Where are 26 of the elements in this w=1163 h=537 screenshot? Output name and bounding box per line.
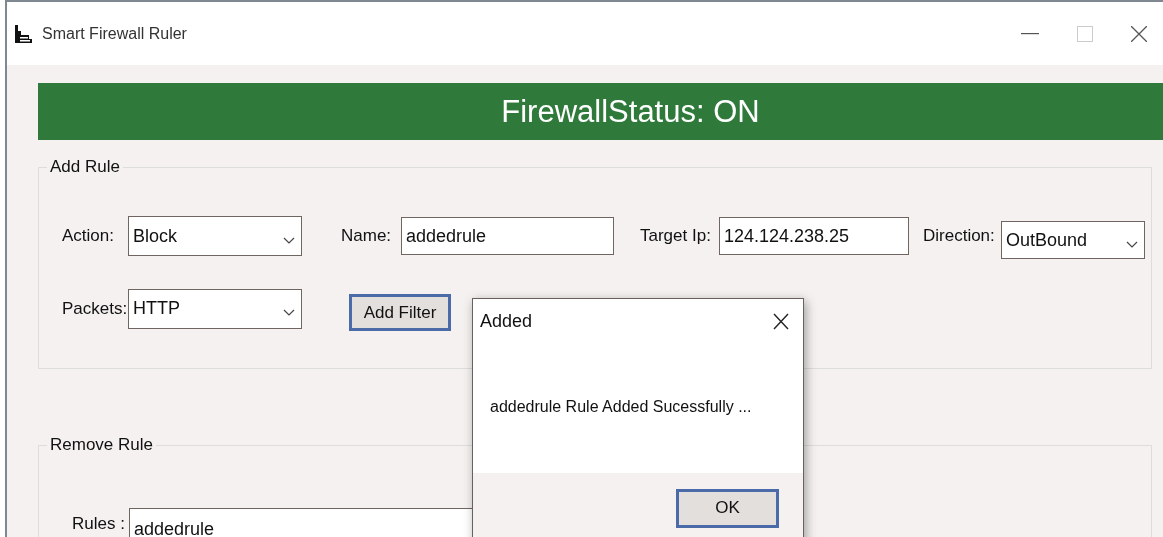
close-icon[interactable] <box>773 313 789 330</box>
dialog-title: Added <box>480 311 533 332</box>
dialog-message: addedrule Rule Added Sucessfully ... <box>490 398 753 416</box>
group-title: Add Rule <box>49 157 121 177</box>
field-label: Rules : <box>72 514 126 534</box>
minimize-icon[interactable] <box>1021 32 1039 35</box>
direction-dropdown[interactable]: OutBound <box>1001 221 1145 259</box>
chevron-icon <box>1126 240 1138 248</box>
firewall-status-banner: FirewallStatus: ON <box>38 83 1163 140</box>
field-label: Direction: <box>923 226 996 246</box>
field-label: Packets: <box>62 298 128 319</box>
target-ip-field[interactable]: 124.124.238.25 <box>719 217 909 255</box>
name-field[interactable]: addedrule <box>401 217 614 255</box>
chevron-icon <box>283 309 295 316</box>
field-label: Name: <box>341 226 393 246</box>
packets-dropdown[interactable]: HTTP <box>128 288 302 329</box>
group-title: Remove Rule <box>49 435 154 455</box>
app-icon <box>12 22 34 45</box>
action-dropdown[interactable]: Block <box>128 216 302 256</box>
close-icon[interactable] <box>1131 25 1147 42</box>
chevron-icon <box>283 236 295 244</box>
ok-button[interactable]: OK <box>676 488 779 528</box>
field-label: Target Ip: <box>640 226 712 246</box>
add-filter-button[interactable]: Add Filter <box>349 294 451 331</box>
field-label: Action: <box>62 226 115 246</box>
window-title: Smart Firewall Ruler <box>42 24 187 43</box>
